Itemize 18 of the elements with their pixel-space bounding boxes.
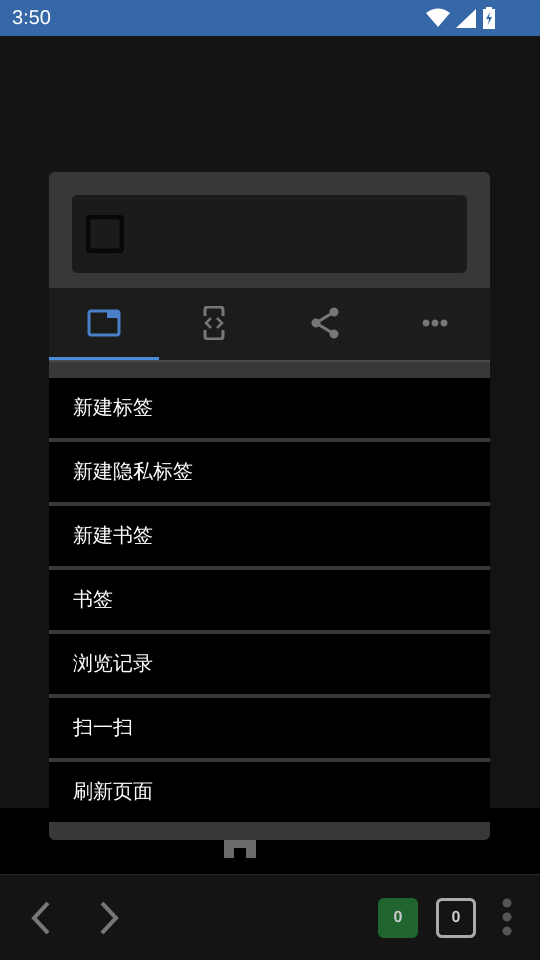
count-badge[interactable]: 0 xyxy=(378,898,418,938)
status-time: 3:50 xyxy=(12,6,51,31)
share-icon xyxy=(310,306,340,338)
menu-item[interactable]: 书签 xyxy=(49,570,490,630)
menu-item[interactable]: 新建标签 xyxy=(49,378,490,438)
menu-item[interactable]: 扫一扫 xyxy=(49,698,490,758)
battery-icon xyxy=(482,7,496,29)
more-vertical-icon[interactable] xyxy=(502,898,512,938)
code-phone-icon xyxy=(202,306,226,340)
wifi-icon xyxy=(426,8,450,28)
more-icon xyxy=(422,318,448,326)
menu-item[interactable]: 刷新页面 xyxy=(49,762,490,822)
window-icon xyxy=(87,308,122,336)
tab-count-button[interactable]: 0 xyxy=(436,898,476,938)
menu-item[interactable]: 浏览记录 xyxy=(49,634,490,694)
signal-icon xyxy=(456,8,476,28)
menu-item[interactable]: 新建隐私标签 xyxy=(49,442,490,502)
menu-item[interactable]: 新建书签 xyxy=(49,506,490,566)
